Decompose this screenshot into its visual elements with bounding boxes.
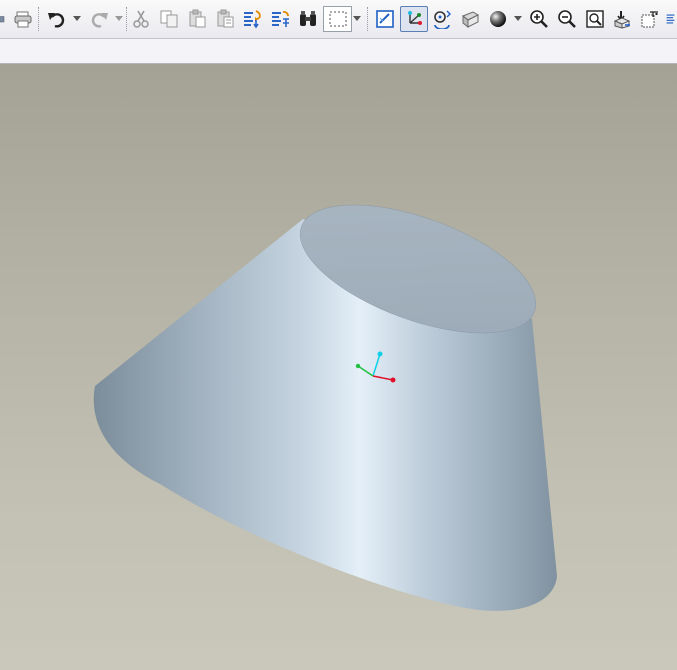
annotations-icon[interactable]	[638, 6, 662, 32]
refit-icon[interactable]	[583, 6, 607, 32]
reorient-icon[interactable]	[610, 6, 634, 32]
saved-views-icon[interactable]	[457, 6, 483, 32]
display-style-dropdown-icon[interactable]	[513, 6, 523, 32]
redo-icon[interactable]	[86, 6, 112, 32]
next-tool-icon[interactable]	[664, 6, 677, 32]
secondary-toolbar	[0, 39, 677, 64]
model-view	[93, 204, 558, 611]
save-icon[interactable]	[0, 6, 10, 32]
toolbar-separator	[367, 7, 369, 31]
copy-icon[interactable]	[157, 6, 181, 32]
toolbar-separator	[126, 7, 128, 31]
orient-mode-icon[interactable]	[430, 6, 454, 32]
find-icon[interactable]	[296, 6, 320, 32]
regenerate-icon[interactable]	[240, 6, 264, 32]
paste-icon[interactable]	[185, 6, 209, 32]
selection-dropdown-icon[interactable]	[352, 6, 362, 32]
print-icon[interactable]	[11, 6, 35, 32]
toolbar-separator	[38, 7, 40, 31]
paste-special-icon[interactable]	[213, 6, 237, 32]
undo-dropdown-icon[interactable]	[72, 6, 82, 32]
cut-icon[interactable]	[130, 6, 152, 32]
graphics-window[interactable]	[0, 64, 677, 670]
spin-center-icon[interactable]	[400, 6, 428, 32]
redo-dropdown-icon[interactable]	[114, 6, 124, 32]
repaint-icon[interactable]	[373, 6, 397, 32]
zoom-out-icon[interactable]	[555, 6, 579, 32]
undo-icon[interactable]	[44, 6, 70, 32]
regeneration-manager-icon[interactable]	[268, 6, 292, 32]
selection-filter-icon[interactable]	[323, 6, 352, 32]
zoom-in-icon[interactable]	[527, 6, 551, 32]
display-style-icon[interactable]	[486, 6, 510, 32]
main-toolbar	[0, 0, 677, 39]
